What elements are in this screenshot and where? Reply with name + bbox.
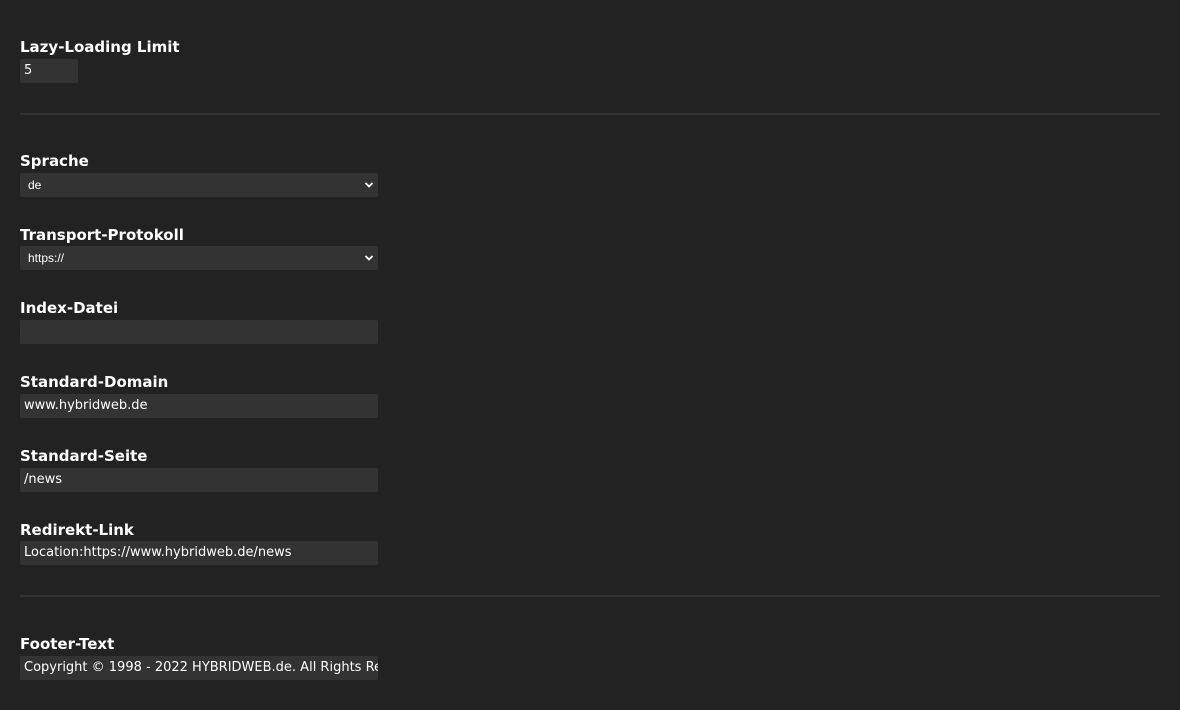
- index-file-input[interactable]: [20, 320, 378, 344]
- lazy-loading-limit-label: Lazy-Loading Limit: [20, 38, 180, 56]
- lazy-loading-limit-input[interactable]: 5: [20, 59, 78, 83]
- section-divider: [20, 595, 1160, 597]
- footer-text-label: Footer-Text: [20, 635, 115, 653]
- transport-protocol-select-value: https://: [28, 251, 65, 265]
- redirect-link-input[interactable]: Location:https://www.hybridweb.de/news: [20, 541, 378, 565]
- transport-protocol-select[interactable]: https://: [20, 246, 378, 270]
- footer-text-input[interactable]: Copyright © 1998 - 2022 HYBRIDWEB.de. Al…: [20, 656, 378, 680]
- standard-page-input[interactable]: /news: [20, 468, 378, 492]
- standard-domain-label: Standard-Domain: [20, 373, 169, 391]
- chevron-down-icon: [364, 182, 374, 188]
- standard-domain-input[interactable]: www.hybridweb.de: [20, 394, 378, 418]
- chevron-down-icon: [364, 255, 374, 261]
- index-file-label: Index-Datei: [20, 299, 119, 317]
- redirect-link-label: Redirekt-Link: [20, 521, 134, 539]
- language-label: Sprache: [20, 152, 89, 170]
- language-select-value: de: [28, 178, 42, 192]
- standard-page-label: Standard-Seite: [20, 447, 148, 465]
- language-select[interactable]: de: [20, 173, 378, 197]
- transport-protocol-label: Transport-Protokoll: [20, 226, 184, 244]
- section-divider: [20, 113, 1160, 115]
